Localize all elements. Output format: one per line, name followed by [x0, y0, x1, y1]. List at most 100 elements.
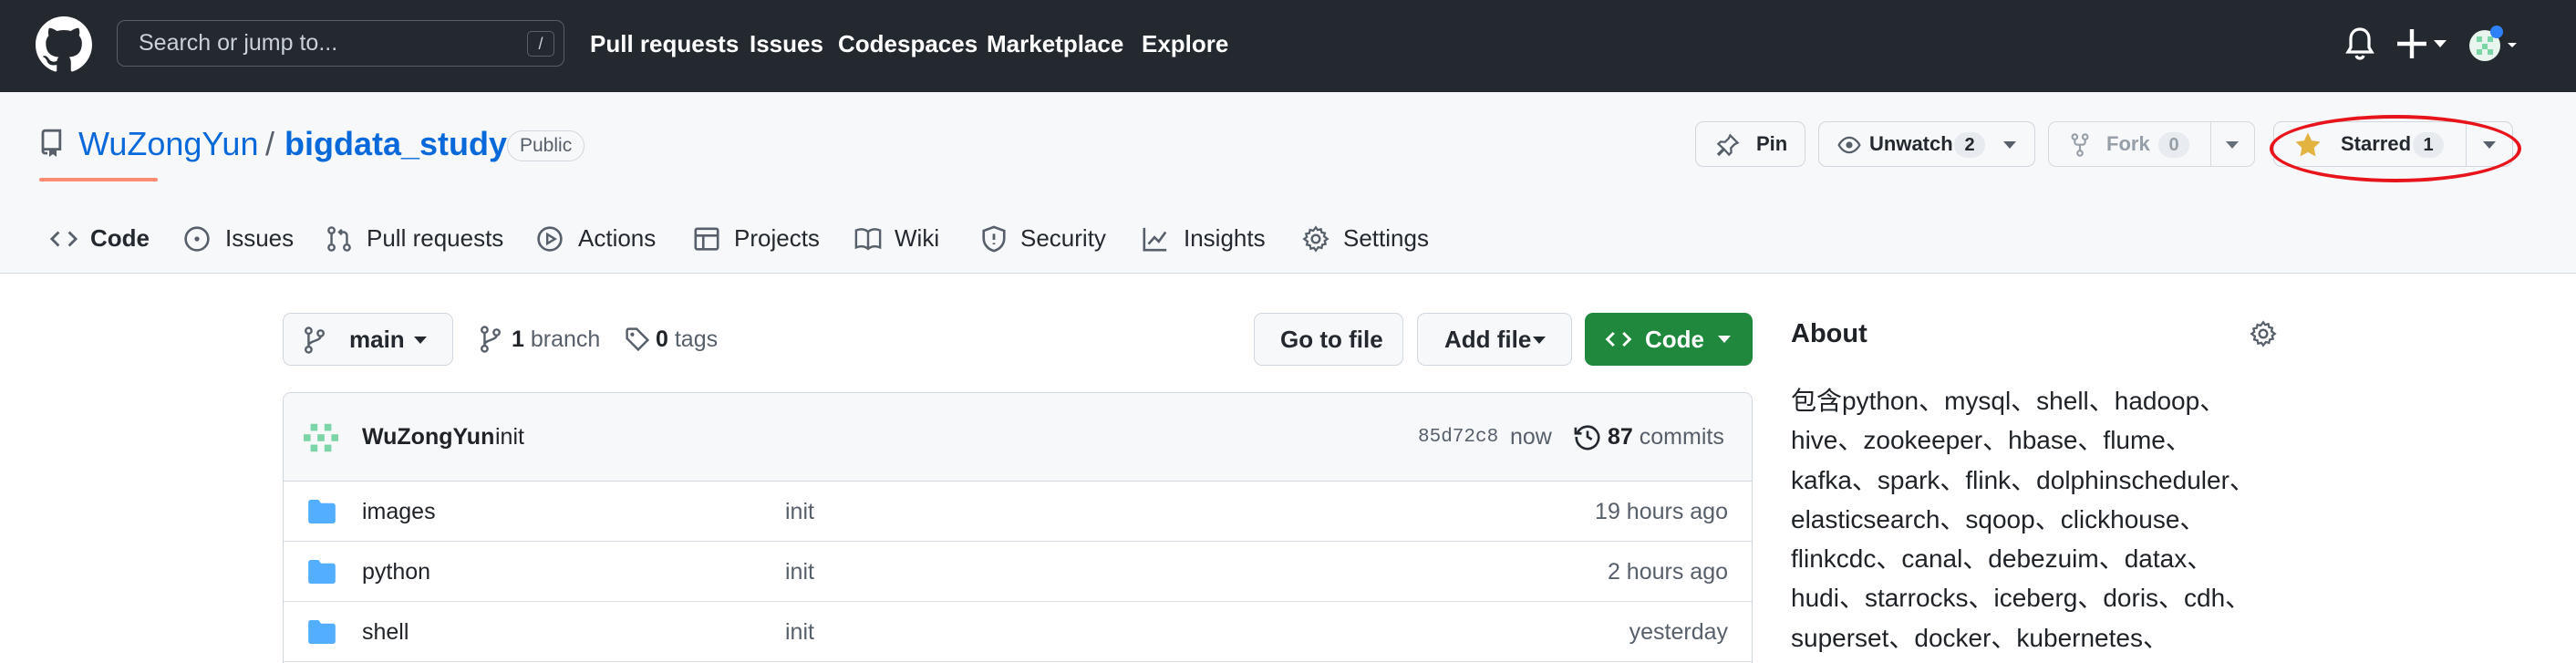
github-logo-icon[interactable]	[36, 16, 92, 73]
add-file-button[interactable]: Add file	[1417, 313, 1572, 366]
search-placeholder: Search or jump to...	[139, 30, 338, 56]
watch-count: 2	[1954, 132, 1985, 158]
active-tab-indicator	[39, 178, 158, 181]
tags-link[interactable]: 0 tags	[625, 313, 725, 366]
file-row[interactable]: python init 2 hours ago	[284, 542, 1752, 602]
description-line: 包含python、mysql、shell、hadoop、	[1791, 387, 2226, 415]
description-line: hudi、starrocks、iceberg、doris、cdh、	[1791, 584, 2251, 613]
fork-icon	[2071, 133, 2089, 157]
issue-icon	[184, 226, 210, 252]
avatar[interactable]	[304, 420, 338, 455]
commit-author-link[interactable]: WuZongYun	[362, 393, 494, 482]
nav-marketplace[interactable]: Marketplace	[987, 0, 1123, 92]
tab-label: Security	[1020, 224, 1106, 252]
fork-button-group: Fork 0	[2048, 121, 2255, 167]
shield-icon	[982, 225, 1006, 253]
commit-message-link[interactable]: init	[495, 393, 524, 482]
chevron-down-icon	[414, 337, 427, 344]
description-line: flinkcdc、canal、debezuim、datax、	[1791, 544, 2213, 574]
nav-pull-requests[interactable]: Pull requests	[590, 0, 739, 92]
about-description: 包含python、mysql、shell、hadoop、 hive、zookee…	[1791, 381, 2302, 658]
nav-explore[interactable]: Explore	[1142, 0, 1228, 92]
gear-icon	[1302, 225, 1329, 253]
commit-sha-link[interactable]: 85d72c8	[1418, 393, 1498, 482]
visibility-badge: Public	[507, 130, 585, 161]
commit-age: now	[1510, 424, 1552, 450]
graph-icon	[1143, 227, 1167, 252]
branch-icon	[305, 326, 325, 354]
branch-selector[interactable]: main	[283, 313, 453, 366]
nav-codespaces[interactable]: Codespaces	[838, 0, 978, 92]
repo-name-link[interactable]: bigdata_study	[284, 125, 507, 163]
gear-icon[interactable]	[2250, 320, 2277, 347]
code-icon	[50, 231, 78, 247]
fork-dropdown-chevron-icon[interactable]	[2226, 141, 2239, 149]
search-shortcut-key: /	[527, 31, 554, 57]
tab-label: Pull requests	[367, 224, 504, 252]
tab-insights[interactable]: Insights	[1142, 207, 1269, 274]
tab-issues[interactable]: Issues	[183, 207, 294, 274]
history-icon	[1574, 425, 1600, 451]
about-heading: About	[1791, 319, 1867, 348]
pin-button[interactable]: Pin	[1695, 121, 1805, 167]
code-button-label: Code	[1645, 326, 1704, 353]
latest-commit-bar: WuZongYun init 85d72c8 now 87 commits	[284, 393, 1752, 482]
global-header: Search or jump to... / Pull requests Iss…	[0, 0, 2576, 92]
fork-count: 0	[2158, 132, 2189, 158]
book-icon	[854, 228, 882, 251]
tab-label: Insights	[1184, 224, 1266, 252]
tab-projects[interactable]: Projects	[693, 207, 821, 274]
tab-pull-requests[interactable]: Pull requests	[326, 207, 503, 274]
file-name-link[interactable]: python	[362, 542, 430, 602]
eye-icon	[1837, 136, 1861, 154]
chevron-down-icon	[1718, 336, 1731, 343]
star-annotation-circle	[2270, 115, 2521, 182]
commit-count: 87	[1608, 424, 1633, 450]
go-to-file-button[interactable]: Go to file	[1254, 313, 1403, 366]
avatar	[2469, 26, 2517, 61]
tab-label: Code	[90, 224, 150, 252]
file-browser: WuZongYun init 85d72c8 now 87 commits im…	[283, 392, 1753, 663]
tag-word: tags	[674, 326, 719, 352]
description-line: hive、zookeeper、hbase、flume、	[1791, 426, 2191, 455]
tab-actions[interactable]: Actions	[536, 207, 664, 274]
file-row[interactable]: shell init yesterday	[284, 602, 1752, 662]
branch-icon	[481, 326, 501, 353]
chevron-down-icon	[1533, 337, 1546, 344]
file-age: 19 hours ago	[1595, 499, 1728, 524]
fork-label[interactable]: Fork	[2106, 122, 2150, 166]
chevron-down-icon	[2003, 141, 2016, 149]
tab-label: Actions	[578, 224, 657, 252]
file-commit-message-link[interactable]: init	[785, 482, 814, 542]
bell-icon[interactable]	[2345, 26, 2374, 62]
tab-security[interactable]: Security	[980, 207, 1108, 274]
folder-icon	[308, 560, 336, 584]
unwatch-button[interactable]: Unwatch 2	[1818, 121, 2035, 167]
code-icon	[1605, 331, 1632, 347]
repo-owner-link[interactable]: WuZongYun	[78, 125, 258, 163]
folder-icon	[308, 500, 336, 523]
file-commit-message-link[interactable]: init	[785, 542, 814, 602]
description-line: kafka、spark、flink、dolphinscheduler、	[1791, 465, 2255, 494]
repo-tabs: Code Issues Pull requests Actions Projec…	[0, 207, 2576, 274]
file-row[interactable]: images init 19 hours ago	[284, 482, 1752, 542]
search-input[interactable]: Search or jump to... /	[117, 20, 564, 67]
tab-code[interactable]: Code	[50, 207, 150, 274]
pin-icon	[1716, 133, 1740, 157]
file-commit-message-link[interactable]: init	[785, 602, 814, 662]
repository-header: WuZongYun / bigdata_study Public Pin Unw…	[0, 92, 2576, 274]
plus-icon[interactable]	[2395, 27, 2447, 60]
user-menu[interactable]	[2468, 24, 2523, 64]
table-icon	[694, 227, 719, 251]
tab-settings[interactable]: Settings	[1302, 207, 1430, 274]
repo-path-separator: /	[265, 125, 275, 162]
tag-icon	[626, 327, 650, 352]
nav-issues[interactable]: Issues	[750, 0, 823, 92]
pull-request-icon	[327, 226, 351, 252]
branch-count: 1	[512, 326, 524, 352]
tab-wiki[interactable]: Wiki	[854, 207, 964, 274]
file-name-link[interactable]: shell	[362, 602, 409, 662]
play-icon	[537, 226, 563, 252]
file-name-link[interactable]: images	[362, 482, 436, 542]
code-button[interactable]: Code	[1585, 313, 1753, 366]
